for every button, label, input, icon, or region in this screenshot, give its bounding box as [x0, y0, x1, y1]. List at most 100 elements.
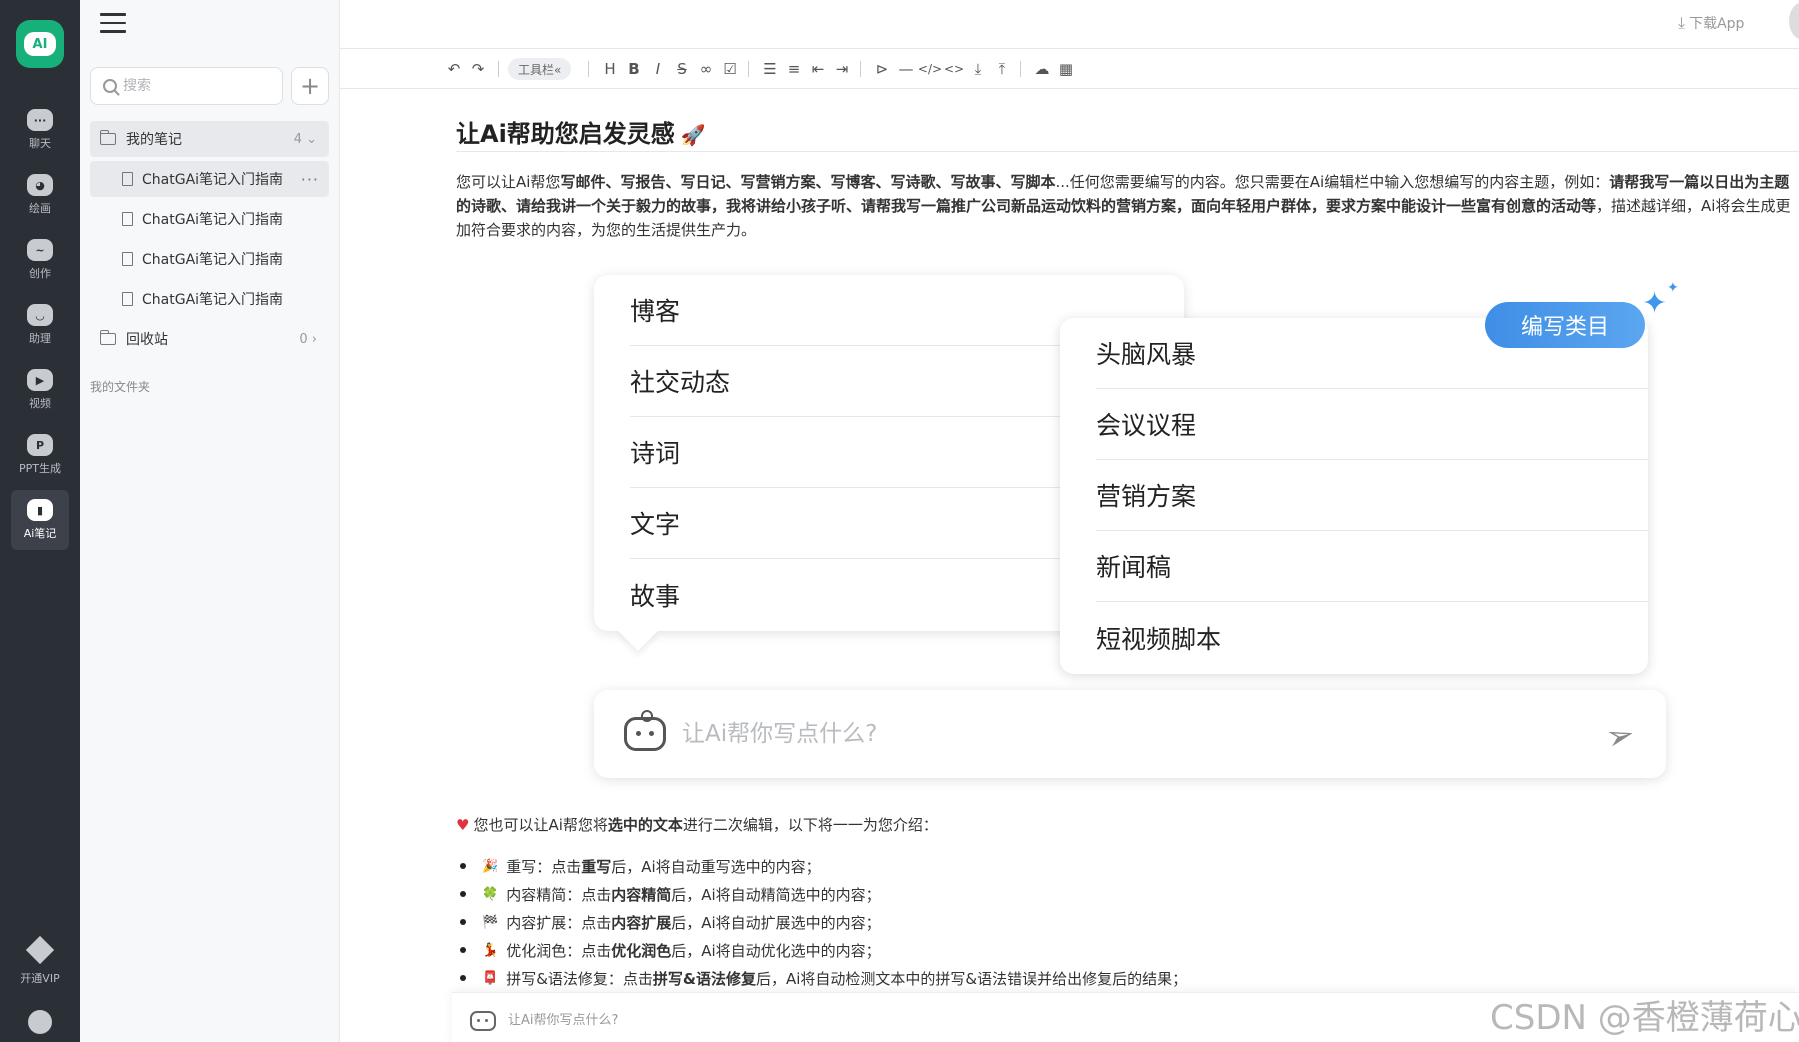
- search-box: [90, 67, 283, 105]
- category-item[interactable]: 短视频脚本: [1096, 602, 1648, 673]
- toolbar-divider: [860, 61, 861, 77]
- rail-label-paint: 绘画: [29, 202, 51, 215]
- toolbar-toggle[interactable]: 工具栏«: [508, 58, 572, 80]
- vip-button[interactable]: 开通VIP: [11, 935, 69, 986]
- file-icon: [122, 212, 133, 226]
- user-avatar[interactable]: [28, 1010, 52, 1034]
- note-item[interactable]: ChatGAi笔记入门指南 ···: [90, 161, 329, 197]
- bottom-prompt-input[interactable]: [508, 1013, 908, 1028]
- diamond-icon: [25, 935, 55, 965]
- download-icon: ⤓: [1678, 13, 1686, 32]
- rail-label-ppt: PPT生成: [19, 462, 61, 475]
- rail-label-notes: Ai笔记: [23, 527, 57, 540]
- strikethrough-icon[interactable]: S: [672, 59, 692, 79]
- dancer-icon: 💃: [482, 942, 499, 958]
- more-options-icon[interactable]: ···: [301, 170, 319, 189]
- horizontal-rule-icon[interactable]: —: [896, 59, 916, 79]
- folder-trash[interactable]: 回收站 0 ›: [90, 321, 329, 357]
- robot-icon: [470, 1010, 496, 1031]
- heart-icon: ♥: [456, 816, 470, 834]
- inline-code-icon[interactable]: <>: [944, 59, 964, 79]
- assistant-icon: ◡: [27, 304, 53, 326]
- note-item[interactable]: ChatGAi笔记入门指南: [90, 281, 329, 317]
- toolbar-divider: [748, 61, 749, 77]
- folder-count: 0 ›: [299, 331, 317, 347]
- ordered-list-icon[interactable]: ≡: [784, 59, 804, 79]
- indent-icon[interactable]: ⇥: [832, 59, 852, 79]
- table-icon[interactable]: ▦: [1056, 59, 1076, 79]
- list-item: 🎉 重写：点击 重写 后，Ai将自动重写选中的内容；: [460, 852, 1187, 880]
- toolbar-divider: [588, 61, 589, 77]
- download-label: 下载App: [1689, 16, 1745, 32]
- rocket-icon: 🚀: [680, 123, 706, 147]
- checkbox-icon[interactable]: ☑: [720, 59, 740, 79]
- rail-item-video[interactable]: ▶ 视频: [11, 360, 69, 420]
- redo-icon[interactable]: ↷: [468, 59, 488, 79]
- menu-toggle-icon[interactable]: [100, 13, 126, 33]
- note-title: ChatGAi笔记入门指南: [142, 252, 284, 268]
- corner-avatar[interactable]: [1789, 2, 1799, 40]
- search-icon: [103, 79, 117, 93]
- palette-icon: ◕: [27, 174, 53, 196]
- feature-intro: ♥ 您也可以让Ai帮您将选中的文本进行二次编辑，以下将一一为您介绍：: [456, 816, 938, 834]
- add-note-button[interactable]: +: [291, 67, 329, 105]
- toolbar-divider: [498, 61, 499, 77]
- flag-icon: 🏁: [482, 914, 499, 930]
- left-rail: AI ··· 聊天 ◕ 绘画 ~ 创作 ◡ 助理 ▶ 视频 P PPT生成 ▮ …: [0, 0, 80, 1042]
- category-item[interactable]: 新闻稿: [1096, 531, 1648, 602]
- download-app-button[interactable]: ⤓ 下载App: [1678, 13, 1744, 33]
- upload-icon[interactable]: ☁: [1032, 59, 1052, 79]
- note-title: ChatGAi笔记入门指南: [142, 172, 284, 188]
- rail-item-chat[interactable]: ··· 聊天: [11, 100, 69, 160]
- undo-icon[interactable]: ↶: [444, 59, 464, 79]
- code-icon[interactable]: </>: [918, 59, 942, 79]
- page-title: 让Ai帮助您启发灵感 🚀: [456, 114, 706, 149]
- rail-item-create[interactable]: ~ 创作: [11, 230, 69, 290]
- folder-icon: [99, 330, 116, 345]
- notes-sidebar: + 我的笔记 4 ⌄ ChatGAi笔记入门指南 ··· ChatGAi笔记入门…: [80, 0, 340, 1042]
- quote-icon[interactable]: ⊳: [872, 59, 892, 79]
- sparkle-icon: ✦: [1642, 286, 1668, 321]
- editor-toolbar: ↶ ↷ 工具栏« H B I S ∞ ☑ ☰ ≡ ⇤ ⇥ ⊳ — </> <> …: [340, 49, 1799, 89]
- file-icon: [122, 292, 133, 306]
- feature-list: 🎉 重写：点击 重写 后，Ai将自动重写选中的内容； 🍀 内容精简：点击 内容精简 后，Ai…: [460, 852, 1187, 992]
- send-icon[interactable]: ➢: [1601, 713, 1639, 759]
- rail-item-assistant[interactable]: ◡ 助理: [11, 295, 69, 355]
- bold-icon[interactable]: B: [624, 59, 644, 79]
- outdent-icon[interactable]: ⇤: [808, 59, 828, 79]
- title-text: 让Ai帮助您启发灵感: [456, 120, 675, 148]
- insert-after-icon[interactable]: ⤓: [968, 59, 988, 79]
- folder-label: 回收站: [126, 332, 168, 348]
- list-item: 🏁 内容扩展：点击 内容扩展 后，Ai将自动扩展选中的内容；: [460, 908, 1187, 936]
- folder-icon: [99, 130, 116, 145]
- category-item[interactable]: 营销方案: [1096, 460, 1648, 531]
- folder-label: 我的笔记: [126, 132, 182, 148]
- insert-before-icon[interactable]: ⤒: [992, 59, 1012, 79]
- list-item: 💃 优化润色：点击 优化润色 后，Ai将自动优化选中的内容；: [460, 936, 1187, 964]
- category-item[interactable]: 会议议程: [1096, 389, 1648, 460]
- folder-count: 4 ⌄: [293, 131, 317, 147]
- creation-icon: ~: [27, 239, 53, 261]
- note-item[interactable]: ChatGAi笔记入门指南: [90, 241, 329, 277]
- category-badge: 编写类目: [1485, 302, 1645, 348]
- note-item[interactable]: ChatGAi笔记入门指南: [90, 201, 329, 237]
- italic-icon[interactable]: I: [648, 59, 668, 79]
- folder-my-notes[interactable]: 我的笔记 4 ⌄: [90, 121, 329, 157]
- ai-prompt-input[interactable]: [682, 721, 1562, 747]
- rail-item-paint[interactable]: ◕ 绘画: [11, 165, 69, 225]
- ai-prompt-box: ➢: [594, 690, 1666, 778]
- title-divider: [456, 151, 1799, 152]
- heading-icon[interactable]: H: [600, 59, 620, 79]
- robot-icon: [624, 710, 666, 751]
- rail-item-notes[interactable]: ▮ Ai笔记: [11, 490, 69, 550]
- logo-text: AI: [24, 32, 56, 56]
- bullet-list-icon[interactable]: ☰: [760, 59, 780, 79]
- file-icon: [122, 172, 133, 186]
- search-input[interactable]: [123, 78, 273, 94]
- my-folders-label: 我的文件夹: [90, 380, 151, 394]
- app-logo[interactable]: AI: [16, 20, 64, 68]
- link-icon[interactable]: ∞: [696, 59, 716, 79]
- rail-label-assistant: 助理: [29, 332, 51, 345]
- rail-item-ppt[interactable]: P PPT生成: [11, 425, 69, 485]
- category-card-right: 头脑风暴 会议议程 营销方案 新闻稿 短视频脚本: [1060, 318, 1648, 674]
